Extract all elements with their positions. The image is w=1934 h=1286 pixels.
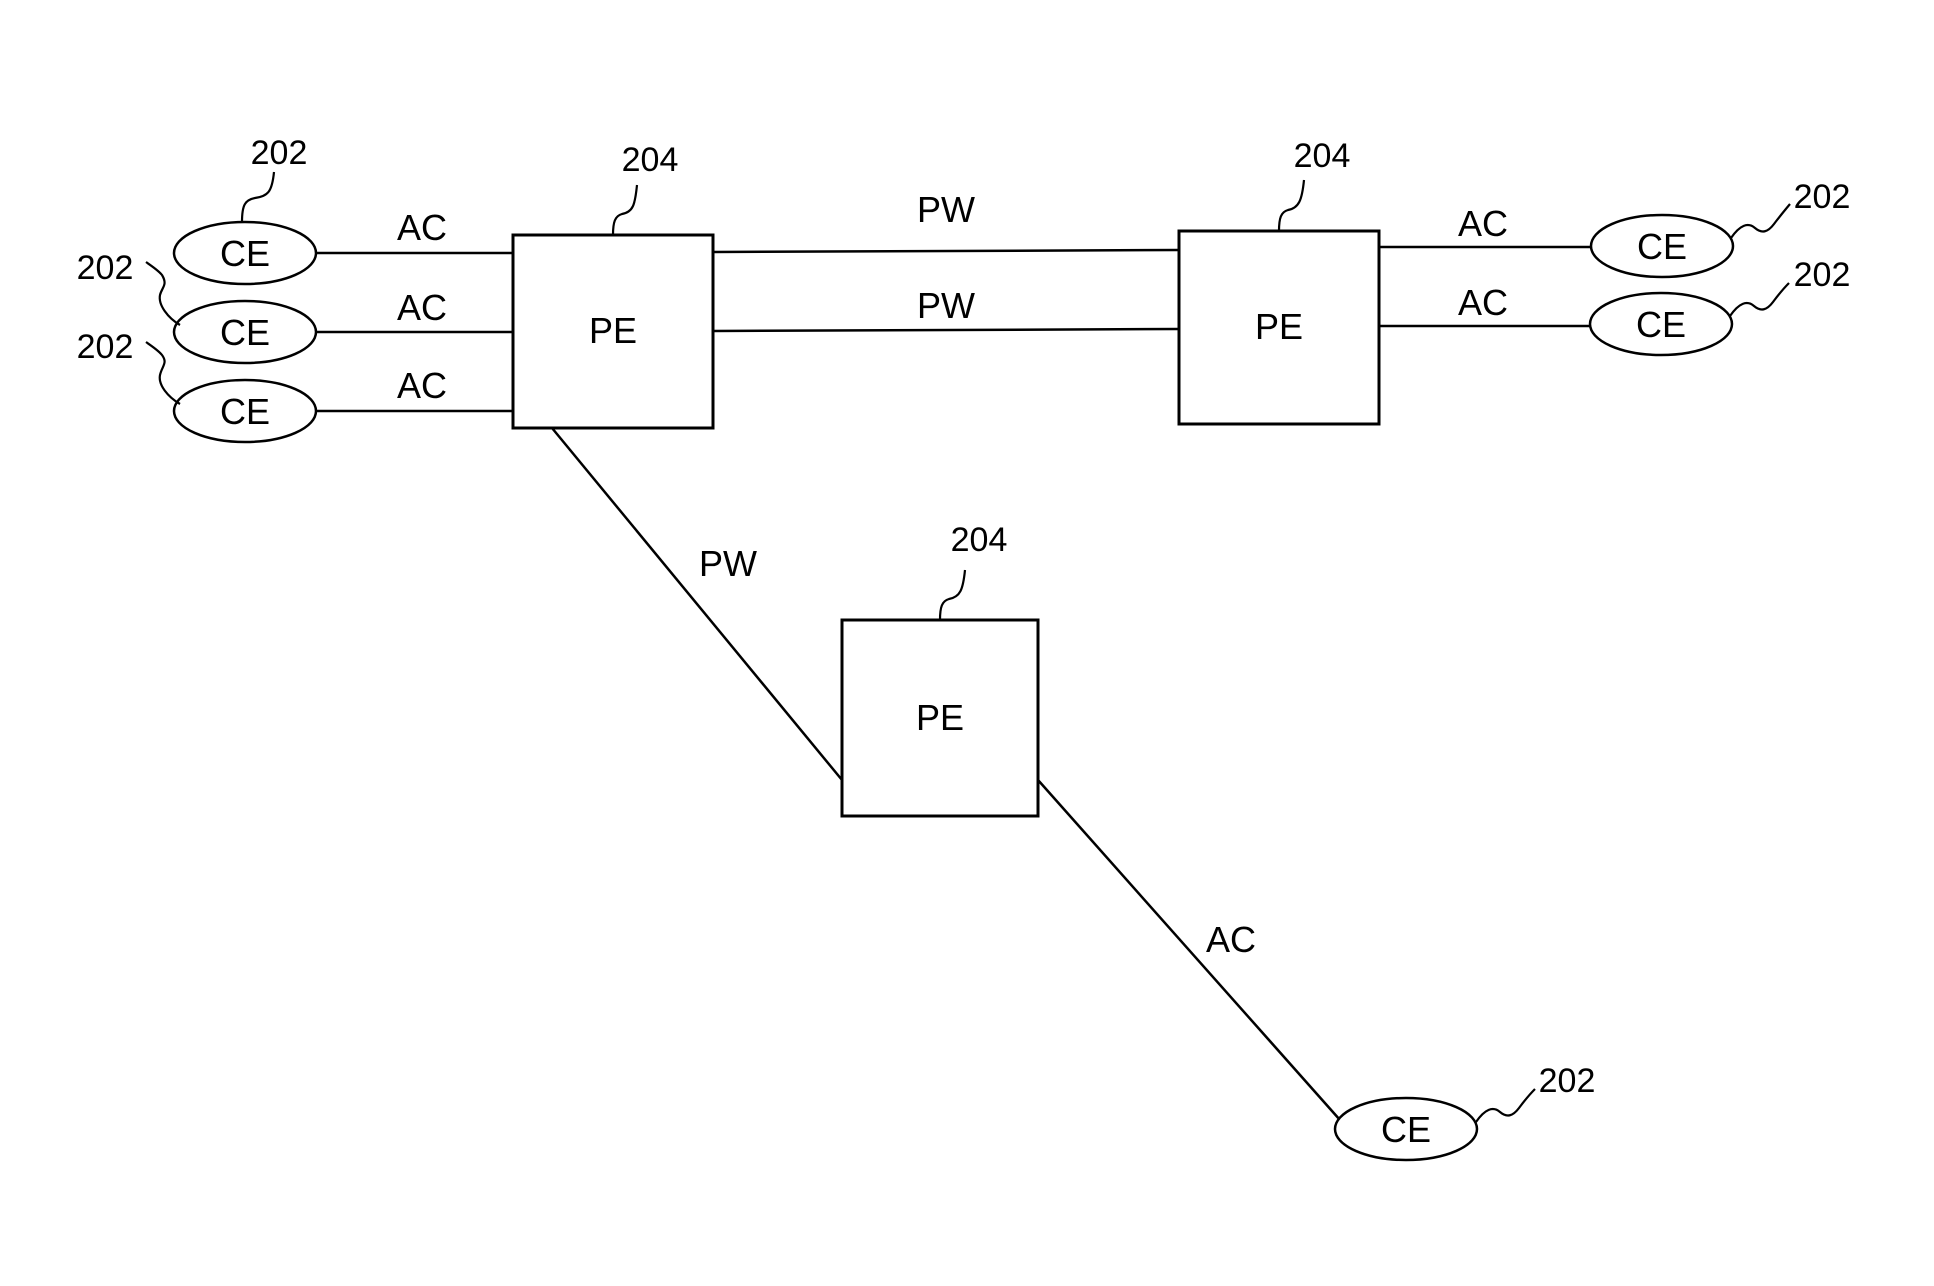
- link-pw-bottom: [712, 327, 1180, 333]
- link-label-ac: AC: [397, 287, 447, 328]
- ref-leader: [145, 341, 181, 405]
- network-diagram: AC AC AC PW PW AC AC PW AC PE PE PE CE C…: [77, 134, 1851, 1162]
- ce-label: CE: [220, 391, 270, 432]
- link-label-pw: PW: [699, 543, 757, 584]
- link-label-ac: AC: [1458, 203, 1508, 244]
- pe-node: PE: [1177, 229, 1381, 426]
- ref-leader: [611, 184, 639, 236]
- ce-label: CE: [220, 312, 270, 353]
- ce-label: CE: [220, 233, 270, 274]
- link-label-ac: AC: [1206, 919, 1256, 960]
- ce-node: CE: [172, 378, 318, 444]
- link-label-pw: PW: [917, 189, 975, 230]
- link-pw-top: [712, 248, 1180, 254]
- ce-node: CE: [172, 220, 318, 286]
- ref-leader: [1730, 203, 1791, 239]
- ce-node: CE: [1588, 291, 1734, 357]
- ref-numeral: 204: [951, 521, 1008, 559]
- ref-numeral: 204: [622, 141, 679, 179]
- pe-node: PE: [511, 233, 715, 430]
- link-pe3-ce6: [1037, 779, 1341, 1121]
- ref-numeral: 202: [1794, 256, 1851, 294]
- pe-label: PE: [1255, 306, 1303, 347]
- ref-leader: [1277, 179, 1306, 232]
- pe-label: PE: [589, 310, 637, 351]
- link-label-ac: AC: [397, 207, 447, 248]
- ce-node: CE: [1589, 213, 1735, 279]
- link-label-ac: AC: [397, 365, 447, 406]
- pe-label: PE: [916, 697, 964, 738]
- ce-label: CE: [1381, 1109, 1431, 1150]
- ce-node: CE: [1333, 1096, 1479, 1162]
- ref-numeral: 202: [77, 328, 134, 366]
- ref-leader: [240, 171, 276, 223]
- ref-numeral: 202: [251, 134, 308, 172]
- link-pe1-pe3: [551, 427, 843, 781]
- ref-numeral: 202: [1539, 1062, 1596, 1100]
- ce-label: CE: [1637, 226, 1687, 267]
- ref-numeral: 202: [1794, 178, 1851, 216]
- link-label-ac: AC: [1458, 282, 1508, 323]
- ref-leader: [938, 569, 967, 621]
- ref-leader: [1475, 1088, 1536, 1123]
- ce-label: CE: [1636, 304, 1686, 345]
- pe-node: PE: [840, 618, 1040, 818]
- ref-numeral: 204: [1294, 137, 1351, 175]
- ref-leader: [145, 261, 181, 326]
- link-label-pw: PW: [917, 285, 975, 326]
- ref-leader: [1729, 282, 1790, 317]
- ref-numeral: 202: [77, 249, 134, 287]
- ce-node: CE: [172, 299, 318, 365]
